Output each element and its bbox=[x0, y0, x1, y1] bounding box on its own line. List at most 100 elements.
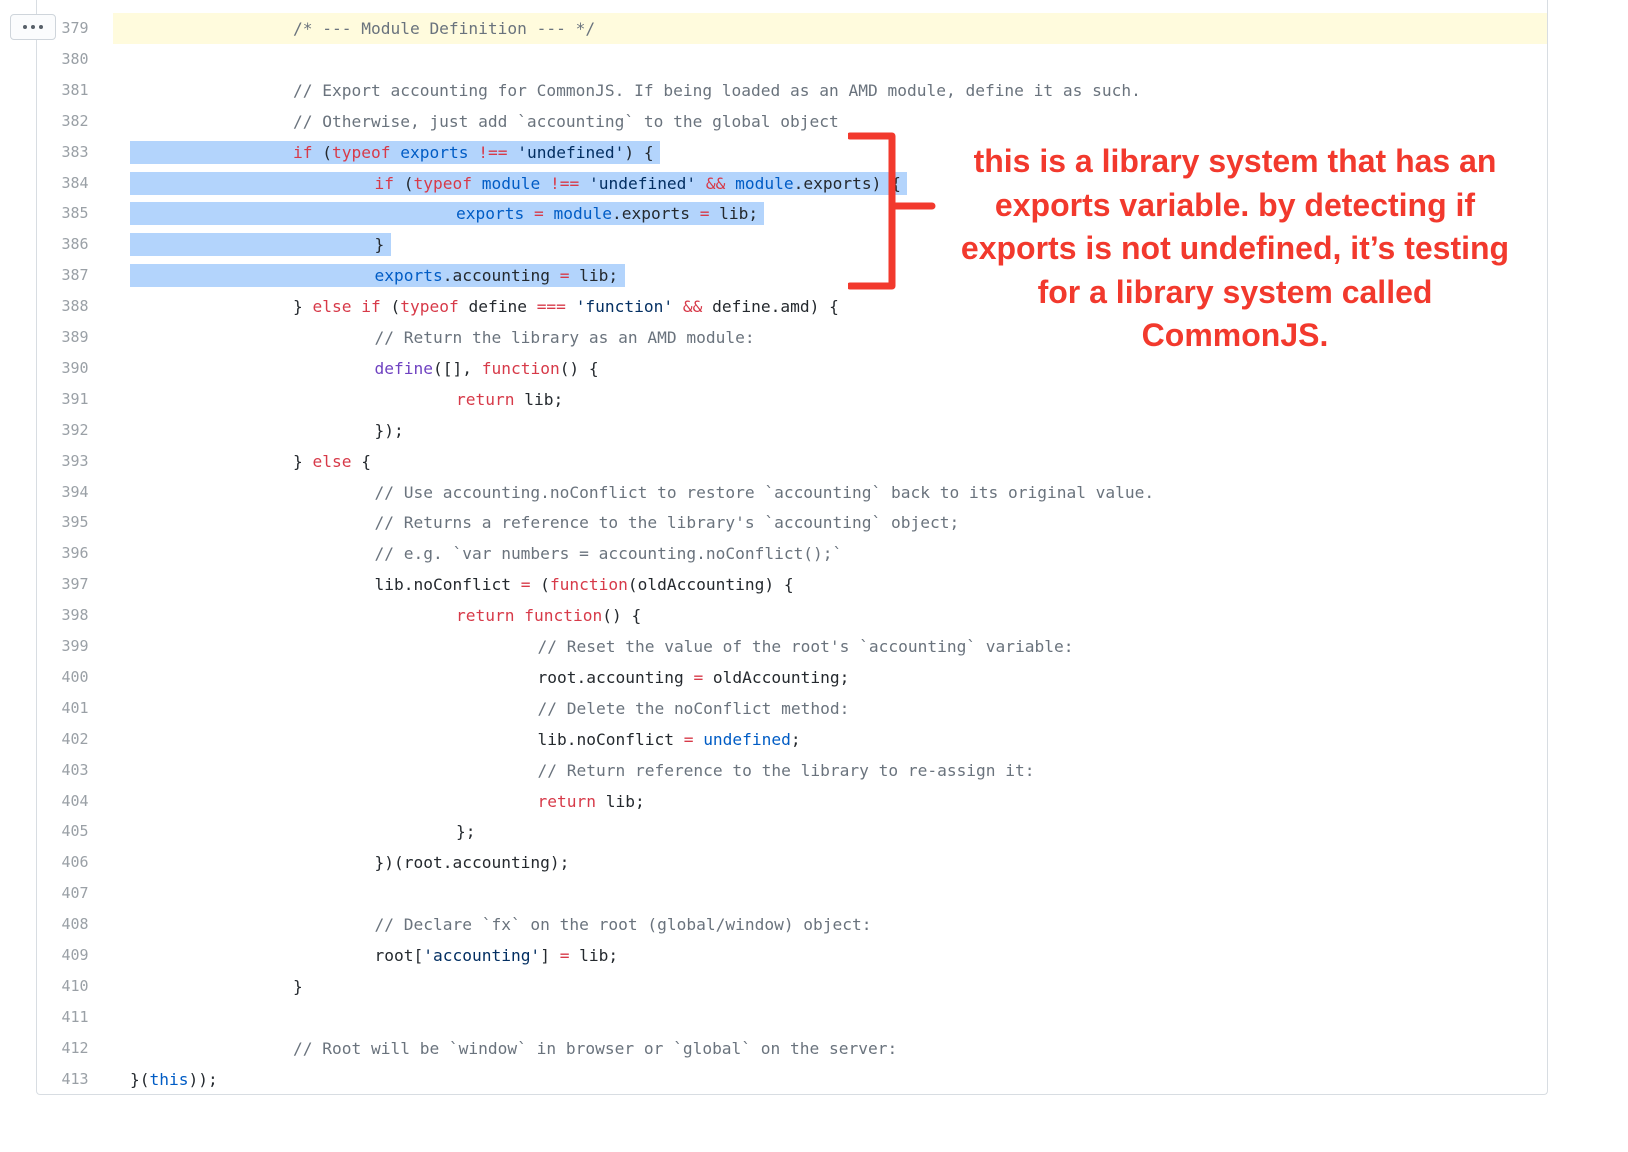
line-number[interactable]: 396 bbox=[37, 538, 113, 569]
code-token: )); bbox=[188, 1069, 218, 1089]
line-number[interactable]: 402 bbox=[37, 724, 113, 755]
code-content: root.accounting = oldAccounting; bbox=[113, 662, 1547, 693]
code-line: 394 // Use accounting.noConflict to resto… bbox=[37, 477, 1547, 508]
line-number[interactable]: 407 bbox=[37, 878, 113, 909]
code-line: 393} else { bbox=[37, 446, 1547, 477]
line-number[interactable]: 404 bbox=[37, 786, 113, 817]
line-number[interactable]: 381 bbox=[37, 75, 113, 106]
line-number[interactable]: 409 bbox=[37, 940, 113, 971]
code-text: define([], function() { bbox=[375, 353, 599, 384]
line-number[interactable]: 389 bbox=[37, 322, 113, 353]
line-number[interactable]: 412 bbox=[37, 1033, 113, 1064]
line-number[interactable]: 395 bbox=[37, 507, 113, 538]
code-token: return bbox=[537, 791, 596, 811]
line-number[interactable]: 393 bbox=[37, 446, 113, 477]
code-token: if bbox=[374, 173, 395, 193]
line-number[interactable]: 386 bbox=[37, 229, 113, 260]
code-token: function bbox=[524, 606, 603, 626]
code-content: // Otherwise, just add `accounting` to t… bbox=[113, 106, 1547, 137]
code-token: lib; bbox=[569, 266, 619, 286]
code-token: } bbox=[293, 976, 303, 996]
code-token: // Returns a reference to the library's … bbox=[374, 513, 960, 533]
code-text: } bbox=[293, 971, 303, 1002]
code-content: root['accounting'] = lib; bbox=[113, 940, 1547, 971]
code-line: 400 root.accounting = oldAccounting; bbox=[37, 662, 1547, 693]
expand-lines-button[interactable] bbox=[10, 14, 56, 40]
text-selection bbox=[130, 233, 391, 257]
code-token: = bbox=[683, 729, 694, 749]
code-token: root[ bbox=[374, 946, 424, 965]
code-text: if (typeof exports !== 'undefined') { bbox=[293, 137, 654, 168]
code-content: // Declare `fx` on the root (global/wind… bbox=[113, 909, 1547, 940]
code-line: 382 // Otherwise, just add `accounting` t… bbox=[37, 106, 1547, 137]
line-number[interactable]: 398 bbox=[37, 600, 113, 631]
line-number[interactable]: 387 bbox=[37, 260, 113, 291]
code-text: // Declare `fx` on the root (global/wind… bbox=[375, 909, 872, 940]
code-token: lib; bbox=[709, 204, 759, 224]
line-number[interactable]: 413 bbox=[37, 1064, 113, 1094]
line-number[interactable]: 380 bbox=[37, 44, 113, 75]
code-token: /* --- Module Definition --- */ bbox=[293, 19, 596, 38]
code-token: typeof bbox=[332, 142, 391, 162]
line-number[interactable]: 391 bbox=[37, 384, 113, 415]
code-token: = bbox=[559, 946, 570, 965]
code-token: === bbox=[536, 297, 566, 317]
line-number[interactable]: 408 bbox=[37, 909, 113, 940]
line-number[interactable]: 390 bbox=[37, 353, 113, 384]
line-number[interactable]: 392 bbox=[37, 415, 113, 446]
line-number[interactable]: 394 bbox=[37, 477, 113, 508]
line-number[interactable]: 400 bbox=[37, 662, 113, 693]
line-number[interactable]: 410 bbox=[37, 971, 113, 1002]
code-content bbox=[113, 878, 1547, 909]
line-number[interactable]: 403 bbox=[37, 755, 113, 786]
code-content: lib.noConflict = undefined; bbox=[113, 724, 1547, 755]
code-line: 381 // Export accounting for CommonJS. If… bbox=[37, 75, 1547, 106]
line-number[interactable]: 388 bbox=[37, 291, 113, 322]
code-token: function bbox=[481, 358, 560, 378]
code-content bbox=[113, 44, 1547, 75]
code-token: ] bbox=[540, 946, 560, 965]
line-number[interactable]: 397 bbox=[37, 569, 113, 600]
annotation-line: exports variable. by detecting if bbox=[994, 186, 1476, 223]
ellipsis-icon bbox=[23, 25, 27, 29]
code-token: 'accounting' bbox=[423, 946, 541, 965]
line-number[interactable]: 384 bbox=[37, 168, 113, 199]
line-number[interactable]: 382 bbox=[37, 106, 113, 137]
code-line: 412 // Root will be `window` in browser o… bbox=[37, 1033, 1547, 1064]
code-line: 399 // Reset the value of the root's `acc… bbox=[37, 631, 1547, 662]
code-line: 395 // Returns a reference to the library… bbox=[37, 507, 1547, 538]
code-token: root.accounting bbox=[537, 667, 694, 687]
code-token: ) { bbox=[624, 142, 654, 162]
code-content: })(root.accounting); bbox=[113, 847, 1547, 878]
ellipsis-icon bbox=[39, 25, 43, 29]
code-line: 411 bbox=[37, 1002, 1547, 1033]
code-token: } bbox=[374, 235, 385, 255]
code-token: define bbox=[374, 358, 433, 378]
code-token: !== bbox=[478, 142, 508, 162]
code-text: // Export accounting for CommonJS. If be… bbox=[293, 75, 1141, 106]
line-number[interactable]: 383 bbox=[37, 137, 113, 168]
line-number[interactable]: 385 bbox=[37, 198, 113, 229]
code-line: 409 root['accounting'] = lib; bbox=[37, 940, 1547, 971]
line-number[interactable]: 411 bbox=[37, 1002, 113, 1033]
code-text: } else if (typeof define === 'function' … bbox=[293, 291, 839, 322]
code-text: // Otherwise, just add `accounting` to t… bbox=[293, 106, 839, 137]
code-token: // Return reference to the library to re… bbox=[537, 760, 1035, 780]
code-token: // Declare `fx` on the root (global/wind… bbox=[374, 915, 872, 935]
code-line: 397 lib.noConflict = (function(oldAccount… bbox=[37, 569, 1547, 600]
code-content: return lib; bbox=[113, 384, 1547, 415]
code-line: 405}; bbox=[37, 816, 1547, 847]
code-token: 'undefined' bbox=[588, 173, 697, 193]
line-number[interactable]: 399 bbox=[37, 631, 113, 662]
line-number[interactable]: 401 bbox=[37, 693, 113, 724]
code-text: })(root.accounting); bbox=[375, 847, 570, 878]
code-token: } bbox=[293, 297, 313, 317]
line-number[interactable]: 405 bbox=[37, 816, 113, 847]
line-number[interactable]: 406 bbox=[37, 847, 113, 878]
code-content: define([], function() { bbox=[113, 353, 1547, 384]
code-token: = bbox=[699, 204, 710, 224]
